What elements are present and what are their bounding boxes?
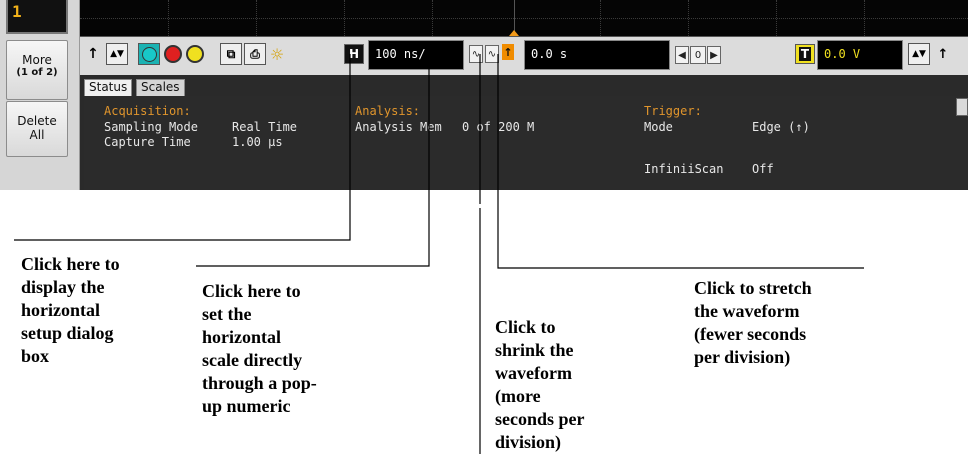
horizontal-scale-field[interactable]: 100 ns/ (368, 40, 464, 70)
acquisition-heading: Acquisition: (104, 104, 191, 118)
trigger-button-label: T (798, 47, 812, 61)
zoom-window-icon[interactable]: ⧉ (220, 43, 242, 65)
side-button-column: 1 More (1 of 2) Delete All (0, 0, 80, 190)
analysis-mem-value: 0 of 200 M (462, 120, 535, 134)
more-button[interactable]: More (1 of 2) (6, 40, 68, 100)
sampling-mode-label: Sampling Mode (104, 120, 198, 134)
trigger-mode-label: Mode (644, 120, 673, 134)
capture-time-label: Capture Time (104, 135, 191, 149)
control-toolbar: ↑ ▲▼ ⧉ ⎙ ☼ H 100 ns/ ∿ ∿ ↑ 0.0 s ◀ 0 ▶ T… (80, 37, 968, 75)
sampling-mode-value: Real Time (232, 120, 298, 134)
horizontal-button-label: H (348, 47, 360, 61)
delete-all-button[interactable]: Delete All (6, 101, 68, 157)
more-button-page: (1 of 2) (16, 67, 58, 78)
trigger-reference-icon[interactable]: ↑ (502, 44, 514, 60)
delay-value: 0.0 s (531, 47, 568, 61)
status-panel: Acquisition: Sampling Mode Real Time Cap… (84, 96, 968, 190)
trigger-heading: Trigger: (644, 104, 702, 118)
tab-scales[interactable]: Scales (136, 79, 185, 96)
delay-zero-button[interactable]: 0 (690, 46, 706, 64)
print-icon[interactable]: ⎙ (244, 43, 266, 65)
autoscale-icon[interactable] (138, 43, 160, 65)
delete-button-line2: All (29, 128, 45, 142)
scope-window: ↑ ▲▼ ⧉ ⎙ ☼ H 100 ns/ ∿ ∿ ↑ 0.0 s ◀ 0 ▶ T… (80, 0, 968, 190)
delay-zero-label: 0 (694, 49, 702, 61)
stop-button[interactable] (164, 45, 182, 63)
channel-indicator-label: 1 (12, 2, 22, 21)
shrink-waveform-button[interactable]: ∿ (469, 45, 483, 63)
channel-indicator: 1 (6, 0, 68, 34)
horizontal-setup-button[interactable]: H (344, 44, 364, 64)
delay-left-button[interactable]: ◀ (675, 46, 689, 64)
callout-horizontal-setup: Click here to display the horizontal set… (21, 254, 120, 366)
brightness-icon[interactable]: ☼ (266, 43, 288, 65)
waveform-grid[interactable] (80, 0, 968, 37)
capture-time-value: 1.00 µs (232, 135, 283, 149)
trigger-mode-value: Edge (↑) (752, 120, 810, 134)
infiniiscan-value: Off (752, 162, 774, 176)
tab-status-label: Status (89, 80, 128, 94)
infiniiscan-label: InfiniiScan (644, 162, 724, 176)
tab-scales-label: Scales (141, 80, 180, 94)
trigger-edge-icon[interactable]: ↑ (932, 43, 954, 65)
time-per-div-value: 100 ns/ (375, 47, 426, 61)
cursor-arrow-icon[interactable]: ↑ (82, 43, 104, 65)
stretch-waveform-button[interactable]: ∿ (485, 45, 499, 63)
panel-scroll-button[interactable] (956, 98, 968, 116)
single-button[interactable] (186, 45, 204, 63)
analysis-heading: Analysis: (355, 104, 421, 118)
delay-field[interactable]: 0.0 s (524, 40, 670, 70)
callout-scale-direct: Click here to set the horizontal scale d… (202, 281, 317, 416)
trigger-level-field[interactable]: 0.0 V (817, 40, 903, 70)
trigger-level-value: 0.0 V (824, 47, 861, 61)
trigger-position-marker (509, 30, 519, 36)
more-button-label: More (22, 53, 52, 67)
callout-shrink-waveform: Click to shrink the waveform (more secon… (495, 317, 585, 452)
delete-button-line1: Delete (17, 114, 57, 128)
analysis-mem-label: Analysis Mem (355, 120, 442, 134)
stepper-icon[interactable]: ▲▼ (106, 43, 128, 65)
delay-right-button[interactable]: ▶ (707, 46, 721, 64)
trigger-setup-button[interactable]: T (795, 44, 815, 64)
trigger-level-stepper-icon[interactable]: ▲▼ (908, 43, 930, 65)
callout-stretch-waveform: Click to stretch the waveform (fewer sec… (694, 278, 812, 367)
tab-status[interactable]: Status (84, 79, 133, 96)
